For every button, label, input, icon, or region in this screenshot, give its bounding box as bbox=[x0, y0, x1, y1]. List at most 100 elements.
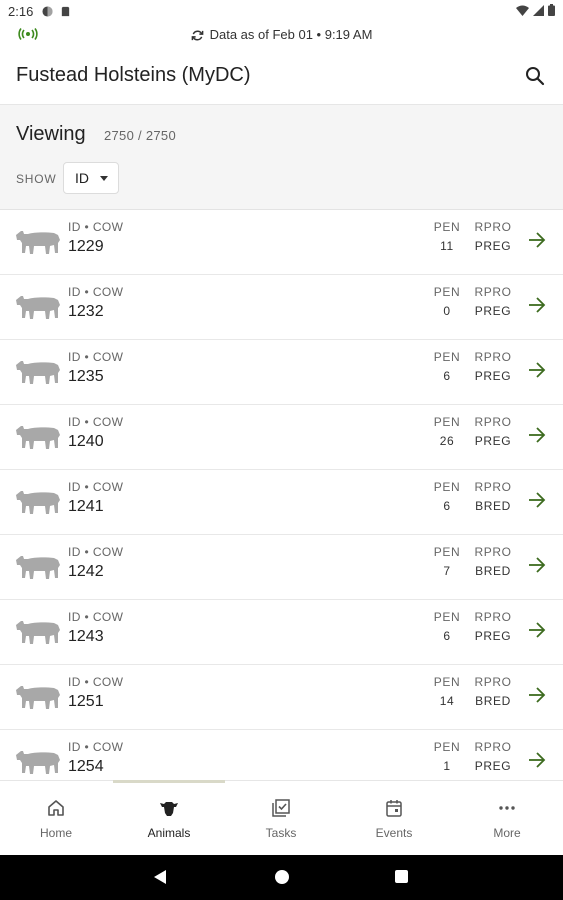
show-field-value: ID bbox=[75, 170, 89, 186]
rpro-header: RPRO bbox=[474, 675, 512, 689]
pen-header: PEN bbox=[433, 675, 461, 689]
bottom-navigation: Home Animals Tasks Events More bbox=[0, 780, 563, 856]
rpro-column: RPRO BRED bbox=[472, 675, 514, 708]
arrow-right-icon[interactable] bbox=[527, 555, 547, 575]
animal-id: 1232 bbox=[68, 303, 104, 320]
back-icon[interactable] bbox=[153, 869, 167, 885]
rpro-header: RPRO bbox=[474, 350, 512, 364]
cow-head-icon bbox=[160, 802, 178, 816]
animal-type-label: ID • COW bbox=[68, 675, 124, 689]
arrow-right-icon[interactable] bbox=[527, 685, 547, 705]
animal-row[interactable]: ID • COW 1229 PEN 11 RPRO PREG bbox=[0, 210, 563, 275]
rpro-column: RPRO BRED bbox=[472, 480, 514, 513]
show-label: SHOW bbox=[16, 172, 57, 186]
animal-type-label: ID • COW bbox=[68, 480, 124, 494]
rpro-value: PREG bbox=[474, 369, 512, 383]
arrow-right-icon[interactable] bbox=[527, 295, 547, 315]
animal-id: 1229 bbox=[68, 238, 104, 255]
animal-list[interactable]: ID • COW 1229 PEN 11 RPRO PREG ID • COW … bbox=[0, 210, 563, 780]
pen-value: 6 bbox=[443, 369, 451, 383]
rpro-column: RPRO PREG bbox=[472, 610, 514, 643]
arrow-right-icon[interactable] bbox=[527, 360, 547, 380]
pen-header: PEN bbox=[433, 545, 461, 559]
rpro-header: RPRO bbox=[474, 285, 512, 299]
animal-id: 1242 bbox=[68, 563, 104, 580]
home-icon bbox=[48, 800, 64, 816]
pen-value: 7 bbox=[443, 564, 451, 578]
system-navigation-bar bbox=[0, 855, 563, 900]
pen-value: 11 bbox=[440, 239, 454, 253]
cow-icon bbox=[16, 556, 60, 579]
nav-home[interactable]: Home bbox=[0, 781, 112, 856]
animal-row[interactable]: ID • COW 1254 PEN 1 RPRO PREG bbox=[0, 730, 563, 780]
rpro-value: PREG bbox=[474, 434, 512, 448]
animal-rows: ID • COW 1229 PEN 11 RPRO PREG ID • COW … bbox=[0, 210, 563, 780]
animal-row[interactable]: ID • COW 1240 PEN 26 RPRO PREG bbox=[0, 405, 563, 470]
sync-text: Data as of Feb 01 • 9:19 AM bbox=[209, 27, 373, 42]
animal-row[interactable]: ID • COW 1232 PEN 0 RPRO PREG bbox=[0, 275, 563, 340]
signal-icon bbox=[533, 4, 544, 16]
viewing-label: Viewing bbox=[16, 123, 86, 145]
rpro-value: BRED bbox=[475, 564, 511, 578]
animal-type-label: ID • COW bbox=[68, 285, 124, 299]
rpro-column: RPRO PREG bbox=[472, 350, 514, 383]
arrow-right-icon[interactable] bbox=[527, 425, 547, 445]
animal-row[interactable]: ID • COW 1243 PEN 6 RPRO PREG bbox=[0, 600, 563, 665]
sync-icon bbox=[191, 30, 203, 41]
pen-column: PEN 11 bbox=[428, 220, 466, 253]
nav-more-label: More bbox=[493, 826, 521, 840]
search-icon[interactable] bbox=[523, 64, 547, 88]
pen-header: PEN bbox=[433, 610, 461, 624]
rpro-header: RPRO bbox=[474, 545, 512, 559]
cow-icon bbox=[16, 296, 60, 319]
animal-id: 1243 bbox=[68, 628, 104, 645]
viewing-panel: Viewing 2750 / 2750 SHOW ID bbox=[0, 105, 563, 210]
nav-tasks[interactable]: Tasks bbox=[225, 781, 337, 856]
rpro-value: PREG bbox=[474, 629, 512, 643]
rpro-value: PREG bbox=[474, 239, 512, 253]
more-icon bbox=[499, 806, 515, 810]
rpro-value: BRED bbox=[475, 499, 511, 513]
nav-animals-label: Animals bbox=[147, 826, 191, 840]
pen-column: PEN 6 bbox=[428, 480, 466, 513]
tasks-icon bbox=[272, 799, 290, 817]
pen-value: 14 bbox=[439, 694, 455, 708]
animal-id: 1240 bbox=[68, 433, 104, 450]
show-field-dropdown[interactable]: ID bbox=[63, 162, 119, 194]
sync-status[interactable]: Data as of Feb 01 • 9:19 AM bbox=[0, 27, 563, 42]
animal-type-label: ID • COW bbox=[68, 220, 124, 234]
animal-id: 1251 bbox=[68, 693, 104, 710]
recents-icon[interactable] bbox=[395, 870, 408, 883]
battery-icon bbox=[548, 4, 555, 16]
cow-icon bbox=[16, 426, 60, 449]
arrow-right-icon[interactable] bbox=[527, 620, 547, 640]
nav-more[interactable]: More bbox=[451, 781, 563, 856]
animal-row[interactable]: ID • COW 1242 PEN 7 RPRO BRED bbox=[0, 535, 563, 600]
animal-row[interactable]: ID • COW 1251 PEN 14 RPRO BRED bbox=[0, 665, 563, 730]
nav-events[interactable]: Events bbox=[338, 781, 450, 856]
pen-column: PEN 14 bbox=[428, 675, 466, 708]
animal-row[interactable]: ID • COW 1241 PEN 6 RPRO BRED bbox=[0, 470, 563, 535]
nav-animals[interactable]: Animals bbox=[113, 781, 225, 856]
pen-value: 0 bbox=[443, 304, 451, 318]
pen-column: PEN 1 bbox=[428, 740, 466, 773]
pen-column: PEN 6 bbox=[428, 610, 466, 643]
animal-row[interactable]: ID • COW 1235 PEN 6 RPRO PREG bbox=[0, 340, 563, 405]
calendar-icon bbox=[386, 800, 402, 817]
arrow-right-icon[interactable] bbox=[527, 490, 547, 510]
data-saver-icon bbox=[42, 6, 53, 17]
home-button-icon[interactable] bbox=[275, 870, 289, 884]
animal-id: 1254 bbox=[68, 758, 104, 775]
arrow-right-icon[interactable] bbox=[527, 230, 547, 250]
pen-value: 26 bbox=[439, 434, 455, 448]
pen-header: PEN bbox=[433, 740, 461, 754]
rpro-value: PREG bbox=[474, 759, 512, 773]
cow-icon bbox=[16, 621, 60, 644]
rpro-header: RPRO bbox=[474, 480, 512, 494]
sd-card-icon bbox=[61, 6, 70, 17]
rpro-column: RPRO PREG bbox=[472, 285, 514, 318]
animal-type-label: ID • COW bbox=[68, 545, 124, 559]
pen-value: 6 bbox=[443, 629, 451, 643]
animal-type-label: ID • COW bbox=[68, 415, 124, 429]
arrow-right-icon[interactable] bbox=[527, 750, 547, 770]
